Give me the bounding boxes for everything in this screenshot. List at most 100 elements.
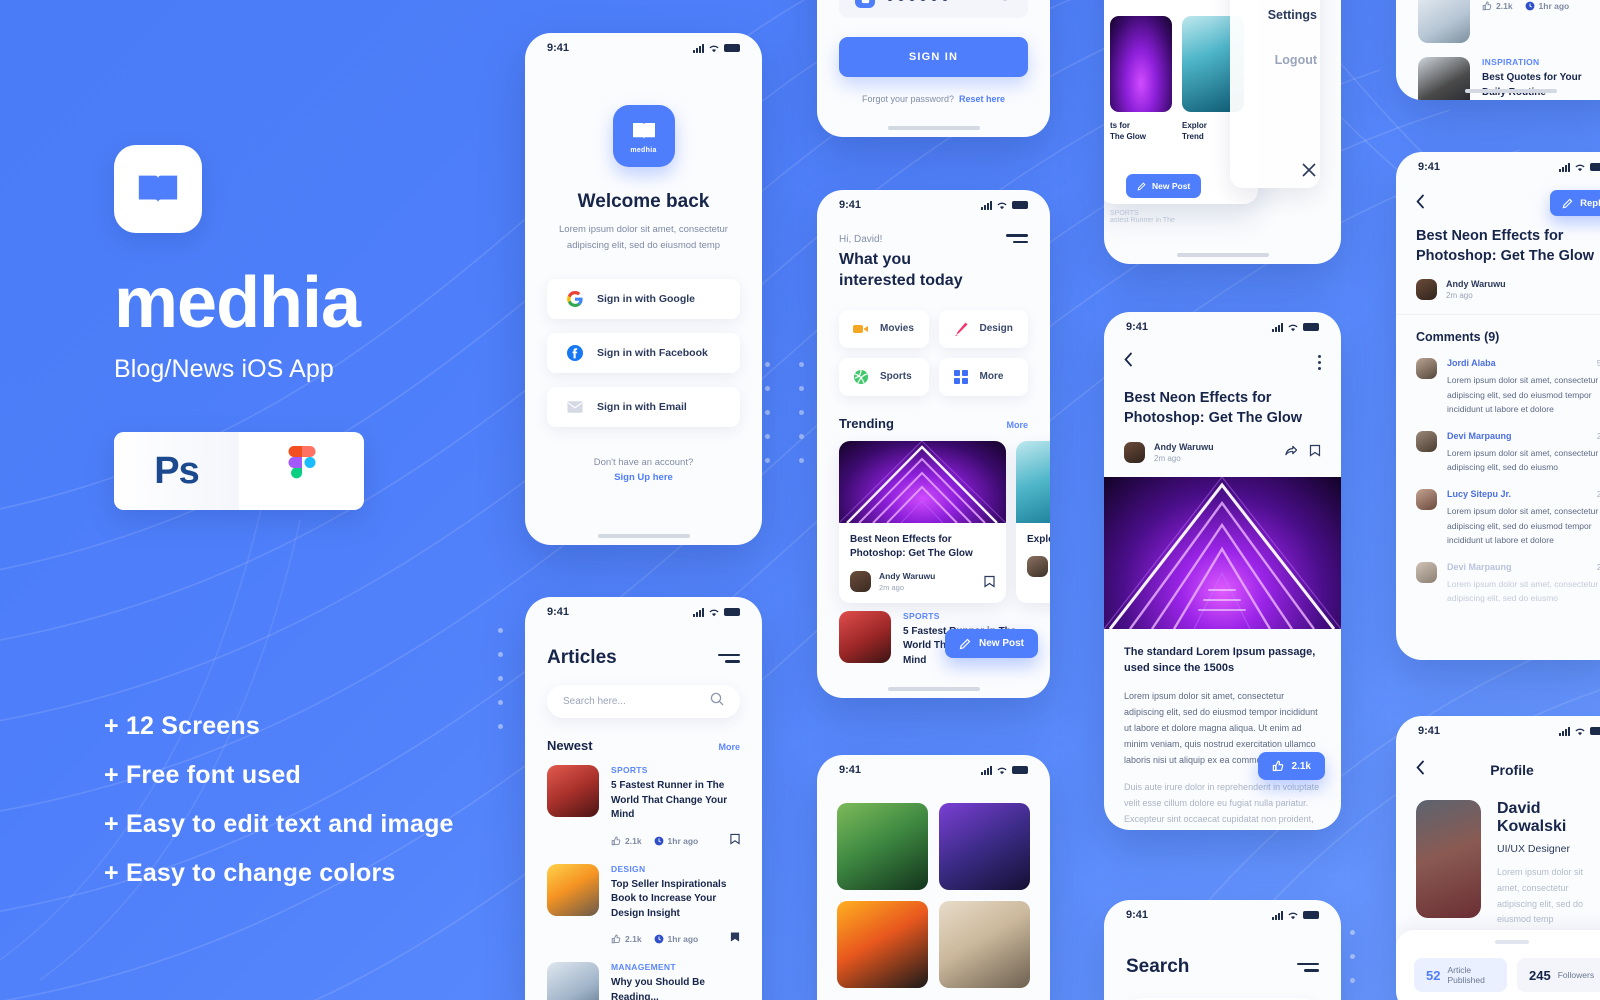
wifi-icon	[1574, 163, 1586, 172]
comment-author: Jordi Alaba	[1447, 358, 1496, 368]
page-title: Profile	[1490, 762, 1534, 778]
comment-item: Lucy Sitepu Jr. 2m Lorem ipsum dolor sit…	[1396, 475, 1600, 548]
pencil-icon	[1562, 198, 1573, 208]
gallery-image-leaves[interactable]	[837, 803, 928, 890]
category-design[interactable]: Design	[938, 309, 1028, 348]
time-ago: 1hr ago	[1525, 1, 1569, 11]
bookmark-icon-filled[interactable]	[730, 930, 740, 948]
sign-in-email-button[interactable]: Sign in with Email	[547, 387, 740, 428]
comment-text: Lorem ipsum dolor sit amet, consectetur …	[1447, 506, 1599, 546]
new-post-button[interactable]: New Post	[1126, 174, 1202, 198]
back-button[interactable]	[1124, 352, 1133, 372]
detail-topbar	[1104, 342, 1341, 372]
status-time: 9:41	[547, 606, 570, 618]
time-ago: 1hr ago	[654, 836, 698, 846]
menu-icon[interactable]	[718, 653, 740, 663]
reset-password-link[interactable]: Reset here	[959, 94, 1005, 104]
menu-icon[interactable]	[1006, 234, 1028, 243]
menu-icon[interactable]	[1297, 962, 1319, 972]
stat-followers[interactable]: 245 Followers	[1517, 958, 1600, 992]
trending-card[interactable]: Explore Trends	[1016, 440, 1050, 603]
status-icons	[981, 765, 1028, 775]
share-icon[interactable]	[1285, 444, 1298, 462]
articles-header: Articles	[525, 627, 762, 669]
time-value: 1hr ago	[667, 934, 699, 944]
gallery-image-robot[interactable]	[939, 901, 1030, 988]
bookmark-icon[interactable]	[984, 575, 995, 588]
search-input[interactable]: Search here...	[547, 685, 740, 718]
trending-carousel[interactable]: Best Neon Effects for Photoshop: Get The…	[817, 431, 1050, 603]
menu-item-logout[interactable]: Logout	[1221, 53, 1317, 67]
status-bar: 9:41	[1104, 900, 1341, 930]
tool-badges: Ps	[114, 432, 364, 510]
close-icon[interactable]	[1301, 162, 1317, 183]
article-image-neon	[839, 440, 1006, 523]
search-header: Search	[1104, 930, 1341, 978]
list-item[interactable]: 2.1k 1hr ago	[1418, 0, 1600, 43]
stat-articles-published[interactable]: 52 Article Published	[1414, 958, 1507, 992]
category-more[interactable]: More	[938, 357, 1028, 396]
category-label: More	[979, 371, 1004, 383]
signup-link[interactable]: Sign Up here	[525, 472, 762, 483]
bookmark-icon[interactable]	[730, 832, 740, 850]
trending-card-meta: Andy Waruwu 2m ago	[839, 562, 1006, 603]
phone-profile-screen: 9:41 Profile David Kowalski UI/UX Design…	[1396, 716, 1600, 1000]
list-item[interactable]: MANAGEMENT Why you Should Be Reading...	[547, 962, 740, 1000]
sign-in-button[interactable]: SIGN IN	[839, 37, 1028, 77]
list-item[interactable]: INSPIRATION Best Quotes for Your Daily R…	[1418, 57, 1600, 100]
trending-card-meta	[1016, 547, 1050, 588]
battery-icon	[1012, 201, 1028, 209]
search-icon[interactable]	[710, 692, 724, 711]
sign-in-email-label: Sign in with Email	[597, 401, 687, 414]
thumbs-up-icon	[611, 836, 621, 845]
category-movies[interactable]: Movies	[839, 309, 929, 348]
feature-item: + Free font used	[104, 761, 301, 789]
category-label: Sports	[880, 371, 912, 383]
like-count: 2.1k	[611, 934, 642, 944]
kebab-menu-icon[interactable]	[1318, 354, 1321, 370]
category-sports[interactable]: Sports	[839, 357, 929, 396]
app-icon-label: medhia	[630, 147, 657, 154]
reply-button[interactable]: Reply	[1550, 190, 1600, 216]
article-meta: 2.1k 1hr ago	[1482, 1, 1600, 11]
cellular-signal-icon	[693, 43, 704, 53]
article-title: Top Seller Inspirationals Book to Increa…	[611, 878, 727, 919]
bookmark-icon[interactable]	[1309, 444, 1321, 462]
section-more-link[interactable]: More	[718, 742, 740, 752]
clock-icon	[654, 836, 663, 845]
like-value: 2.1k	[625, 934, 642, 944]
page-title: Articles	[547, 647, 617, 668]
trending-card-title: Explore Trends	[1027, 533, 1050, 545]
password-field[interactable]	[839, 0, 1028, 18]
home-indicator	[597, 534, 690, 538]
back-button[interactable]	[1416, 194, 1425, 213]
article-title: Why you Should Be Reading...	[611, 977, 705, 1000]
status-time: 9:41	[1126, 321, 1149, 333]
toggle-password-visibility-icon[interactable]	[998, 0, 1012, 8]
gallery-image-vr[interactable]	[939, 803, 1030, 890]
like-button[interactable]: 2.1k	[1257, 752, 1325, 780]
sign-in-facebook-button[interactable]: Sign in with Facebook	[547, 333, 740, 374]
status-icons	[981, 200, 1028, 210]
signup-question: Don't have an account?	[593, 457, 694, 469]
back-button[interactable]	[1416, 760, 1425, 780]
profile-body: David Kowalski UI/UX Designer Lorem ipsu…	[1396, 780, 1600, 928]
list-item[interactable]: SPORTS 5 Fastest Runner in The World Tha…	[547, 765, 740, 850]
battery-icon	[724, 608, 740, 616]
list-item[interactable]: DESIGN Top Seller Inspirationals Book to…	[547, 863, 740, 949]
avatar	[1416, 489, 1437, 511]
avatar	[850, 570, 871, 592]
sign-in-google-button[interactable]: Sign in with Google	[547, 279, 740, 320]
trending-card[interactable]: Best Neon Effects for Photoshop: Get The…	[839, 440, 1006, 603]
app-logo	[114, 145, 202, 233]
home-indicator	[887, 126, 980, 130]
wifi-icon	[996, 766, 1008, 775]
menu-item-settings[interactable]: Settings	[1221, 8, 1317, 22]
article-thumbnail	[1418, 0, 1470, 43]
article-category: DESIGN	[611, 863, 646, 874]
post-time: 2m ago	[1446, 291, 1473, 300]
new-post-button[interactable]: New Post	[944, 629, 1038, 658]
section-more-link[interactable]: More	[1006, 420, 1028, 430]
gallery-image-parrot[interactable]	[837, 901, 928, 988]
status-icons	[1272, 910, 1319, 920]
